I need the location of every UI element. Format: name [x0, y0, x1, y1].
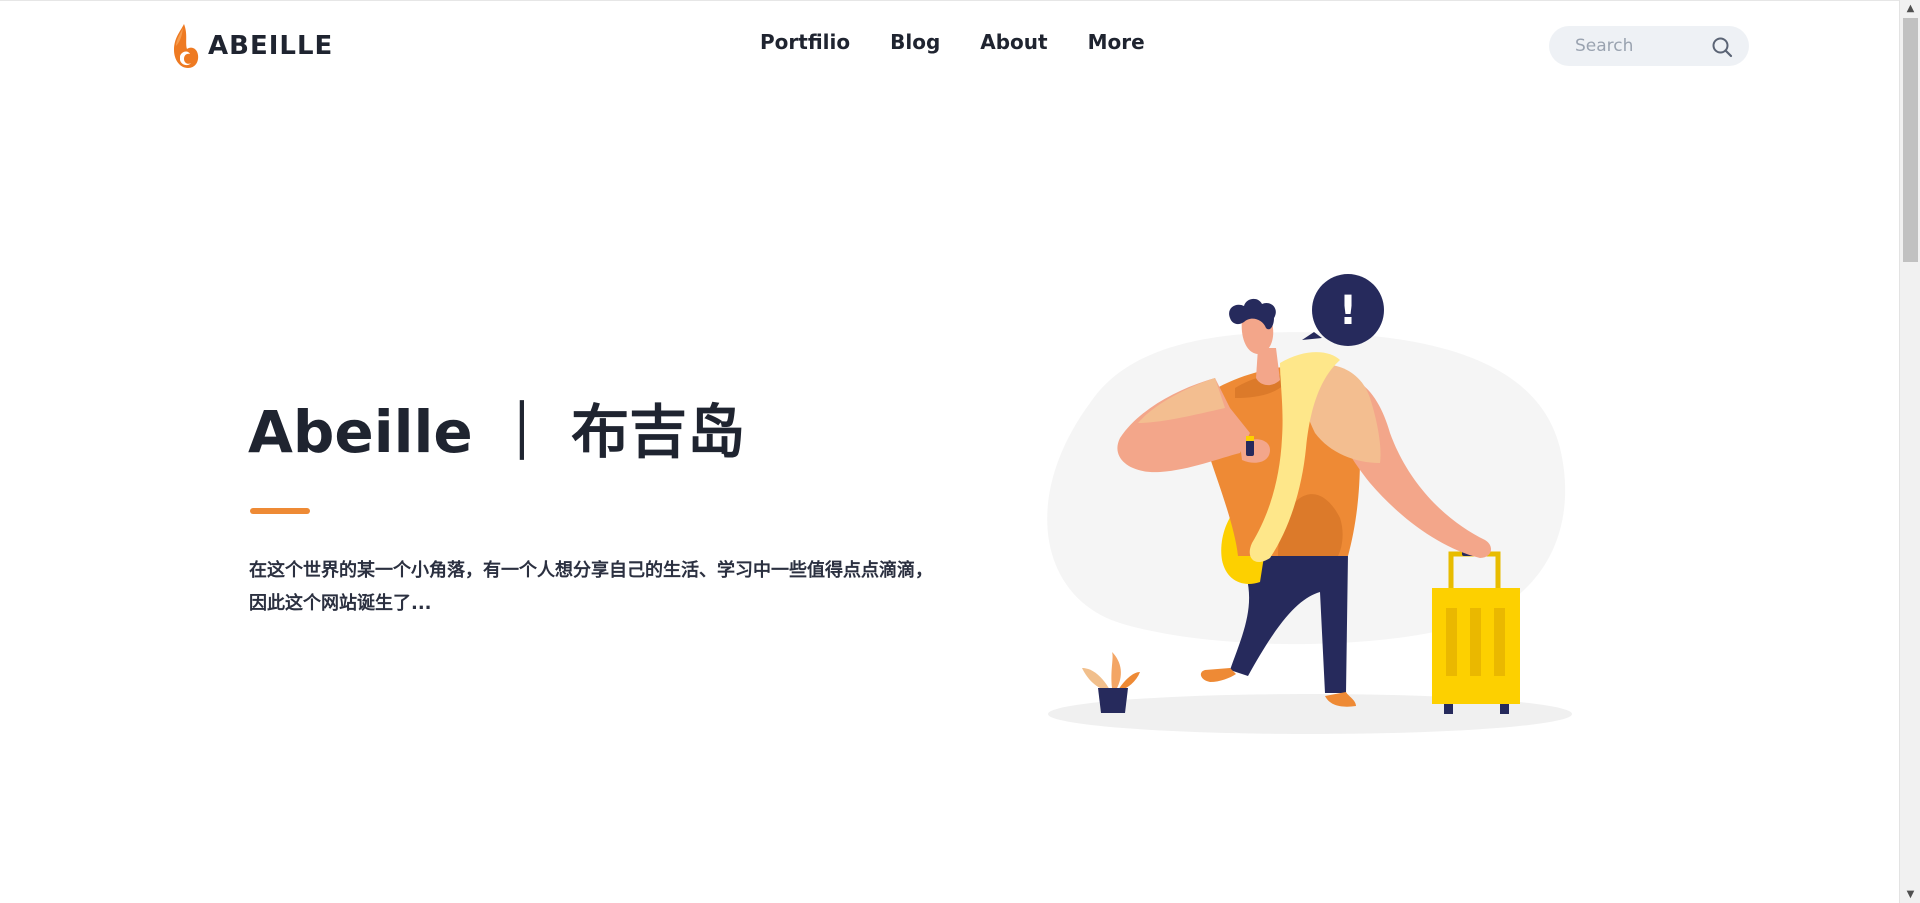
scroll-down-icon[interactable]: ▼ [1900, 886, 1920, 903]
alert-bubble-text: ! [1339, 288, 1357, 334]
hero-accent-bar [250, 508, 310, 514]
watch-icon [1246, 440, 1254, 456]
nav-about[interactable]: About [980, 30, 1047, 54]
person-hand-left [1240, 439, 1270, 463]
hero-description: 在这个世界的某一个小角落，有一个人想分享自己的生活、学习中一些值得点点滴滴，因此… [249, 560, 933, 614]
search-box [1549, 26, 1749, 66]
page-scrollbar[interactable]: ▲ ▼ [1899, 0, 1920, 903]
hero-title: Abeille ｜ 布吉岛 [248, 398, 746, 466]
alert-bubble-icon: ! [1302, 274, 1384, 346]
scroll-up-icon[interactable]: ▲ [1900, 0, 1920, 17]
logo-text: ABEILLE [208, 31, 334, 61]
nav-more[interactable]: More [1088, 30, 1145, 54]
page: ABEILLE Portfilio Blog About More Abeill… [0, 0, 1920, 903]
nav-portfolio[interactable]: Portfilio [760, 30, 850, 54]
person-shoe-back [1200, 668, 1236, 682]
scroll-thumb[interactable] [1903, 18, 1918, 262]
logo-link[interactable]: ABEILLE [170, 22, 333, 70]
search-icon[interactable] [1711, 36, 1733, 58]
main-nav: Portfilio Blog About More [760, 30, 1145, 54]
logo-icon [174, 24, 199, 68]
hero-illustration: ! [1047, 274, 1572, 734]
nav-blog[interactable]: Blog [890, 30, 940, 54]
search-input[interactable] [1573, 35, 1723, 57]
site-header: ABEILLE Portfilio Blog About More [0, 0, 1899, 92]
